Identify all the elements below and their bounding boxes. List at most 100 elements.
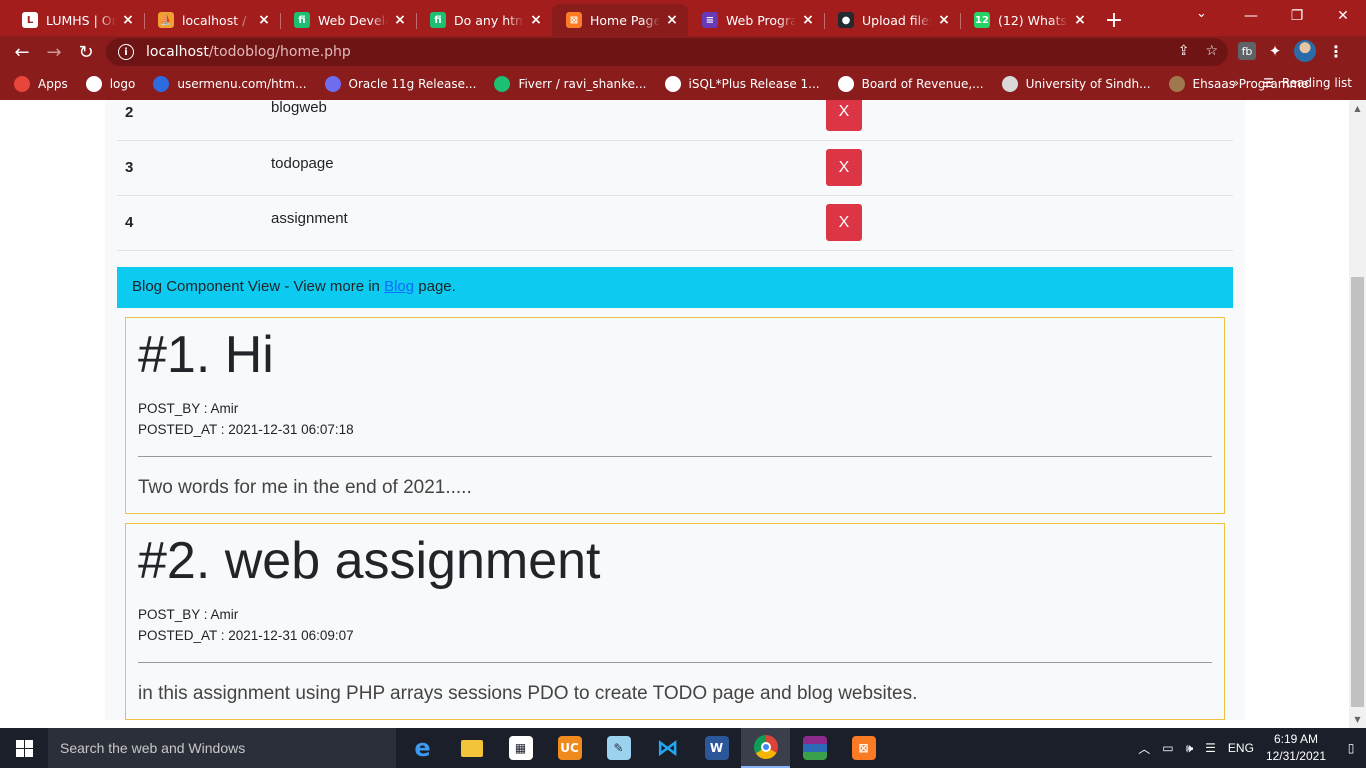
bookmark-label: logo <box>109 77 136 91</box>
close-tab-icon[interactable]: × <box>256 12 272 28</box>
word-icon[interactable]: W <box>692 728 741 768</box>
bookmark-star-icon[interactable]: ☆ <box>1205 43 1218 59</box>
start-button[interactable] <box>0 728 48 768</box>
windows-taskbar: Search the web and Windows e ▦ UC ✎ ⋈ W … <box>0 728 1366 768</box>
bookmarks-overflow-icon[interactable]: » <box>1232 76 1239 90</box>
alert-text-after: page. <box>414 278 456 295</box>
fiverr-icon <box>494 76 511 92</box>
close-tab-icon[interactable]: × <box>664 12 680 28</box>
tab-title: Do any html css <box>454 12 524 28</box>
tab-search-icon[interactable]: ⌄ <box>1196 6 1207 21</box>
profile-avatar[interactable] <box>1294 40 1316 62</box>
todo-name: blogweb <box>263 100 821 141</box>
bookmark-item[interactable]: Fiverr / ravi_shanke... <box>494 76 647 92</box>
edge-icon[interactable]: e <box>398 728 447 768</box>
chrome-icon[interactable] <box>741 728 790 768</box>
address-bar[interactable]: i localhost/todoblog/home.php ⇪ ☆ <box>106 38 1228 66</box>
reading-list-button[interactable]: ☰ Reading list <box>1263 76 1352 90</box>
language-indicator[interactable]: ENG <box>1228 741 1254 755</box>
close-tab-icon[interactable]: × <box>936 12 952 28</box>
browser-tab[interactable]: ≡ Web Programming× <box>688 4 824 36</box>
address-host: localhost <box>146 44 209 60</box>
new-tab-button[interactable]: + <box>1096 4 1132 36</box>
globe-icon <box>85 76 102 92</box>
browser-tab[interactable]: fi Web Developer× <box>280 4 416 36</box>
notepad-icon[interactable]: ✎ <box>594 728 643 768</box>
lumhs-icon: L <box>22 12 38 28</box>
todo-number: 3 <box>117 140 263 196</box>
bookmark-item[interactable]: Oracle 11g Release... <box>324 76 476 92</box>
scroll-down-icon[interactable]: ▼ <box>1349 711 1366 728</box>
bookmark-item[interactable]: logo <box>85 76 136 92</box>
scrollbar-thumb[interactable] <box>1351 277 1364 707</box>
bookmarks-bar: Apps logo usermenu.com/htm... Oracle 11g Re… <box>0 68 1366 100</box>
browser-tab[interactable]: ● Upload files ·× <box>824 4 960 36</box>
close-tab-icon[interactable]: × <box>800 12 816 28</box>
tab-title: (12) WhatsApp <box>998 12 1068 28</box>
volume-icon[interactable]: 🕪 <box>1186 741 1194 756</box>
bookmark-item[interactable]: University of Sindh... <box>1001 76 1151 92</box>
post-divider <box>138 456 1212 458</box>
bookmark-label: Board of Revenue,... <box>861 77 984 91</box>
vscode-icon[interactable]: ⋈ <box>643 728 692 768</box>
restore-icon[interactable]: ❐ <box>1274 0 1320 32</box>
menu-kebab-icon[interactable]: ⋮ <box>1326 42 1346 61</box>
github-icon: ● <box>838 12 854 28</box>
network-icon[interactable]: ☰ <box>1205 741 1216 755</box>
close-window-icon[interactable]: ✕ <box>1320 0 1366 32</box>
bookmark-label: Fiverr / ravi_shanke... <box>518 77 647 91</box>
tab-title: localhost / 127 <box>182 12 252 28</box>
winrar-icon[interactable] <box>790 728 839 768</box>
tray-overflow-icon[interactable]: ︿ <box>1138 740 1150 757</box>
forward-icon[interactable]: → <box>38 36 70 68</box>
browser-tab[interactable]: fi Do any html css× <box>416 4 552 36</box>
delete-todo-button[interactable]: X <box>826 100 862 131</box>
todo-row: 2 blogweb X <box>117 100 1233 141</box>
browser-tab[interactable]: L LUMHS | Online× <box>8 4 144 36</box>
bookmark-item[interactable]: usermenu.com/htm... <box>153 76 307 92</box>
post-body: in this assignment using PHP arrays sess… <box>138 683 918 705</box>
delete-todo-button[interactable]: X <box>826 204 862 241</box>
tab-title: Upload files · <box>862 12 932 28</box>
store-icon[interactable]: ▦ <box>496 728 545 768</box>
bookmark-item[interactable]: Apps <box>14 76 68 92</box>
battery-icon[interactable]: ▭ <box>1162 741 1173 755</box>
browser-tab[interactable]: ⊠ Home Page × <box>552 4 688 36</box>
browser-tab[interactable]: ⛵ localhost / 127× <box>144 4 280 36</box>
bookmark-item[interactable]: Board of Revenue,... <box>837 76 984 92</box>
todo-actions: X <box>821 140 1233 196</box>
tab-title: Web Developer <box>318 12 388 28</box>
clock[interactable]: 6:19 AM 12/31/2021 <box>1266 731 1326 765</box>
post-author: POST_BY : Amir <box>138 607 239 623</box>
close-tab-icon[interactable]: × <box>392 12 408 28</box>
post-title: #2. web assignment <box>138 532 601 590</box>
bookmark-item[interactable]: iSQL*Plus Release 1... <box>664 76 820 92</box>
taskbar-search[interactable]: Search the web and Windows <box>48 728 396 768</box>
xampp-icon[interactable]: ⊠ <box>839 728 888 768</box>
delete-todo-button[interactable]: X <box>826 149 862 186</box>
file-explorer-icon[interactable] <box>447 728 496 768</box>
site-info-icon[interactable]: i <box>118 44 134 60</box>
extension-fb-icon[interactable]: fb <box>1238 42 1256 60</box>
close-tab-icon[interactable]: × <box>528 12 544 28</box>
browser-tab[interactable]: 12 (12) WhatsApp× <box>960 4 1096 36</box>
close-tab-icon[interactable]: × <box>1072 12 1088 28</box>
share-icon[interactable]: ⇪ <box>1178 43 1190 59</box>
page-scrollbar[interactable]: ▲ ▼ <box>1349 100 1366 728</box>
scroll-up-icon[interactable]: ▲ <box>1349 100 1366 117</box>
globe-icon <box>837 76 854 92</box>
notifications-icon[interactable]: ▯ <box>1336 728 1366 768</box>
close-tab-icon[interactable]: × <box>120 12 136 28</box>
uc-browser-icon[interactable]: UC <box>545 728 594 768</box>
windows-logo-icon <box>15 739 33 757</box>
reload-icon[interactable]: ↻ <box>70 36 102 68</box>
post-body: Two words for me in the end of 2021..... <box>138 477 472 499</box>
bookmark-label: Apps <box>38 77 68 91</box>
address-path: /todoblog/home.php <box>208 44 351 60</box>
blog-link[interactable]: Blog <box>384 278 414 295</box>
todo-name: todopage <box>263 140 821 196</box>
back-icon[interactable]: ← <box>6 36 38 68</box>
phpmyadmin-icon: ⛵ <box>158 12 174 28</box>
extensions-puzzle-icon[interactable]: ✦ <box>1266 42 1284 60</box>
minimize-icon[interactable]: — <box>1228 0 1274 32</box>
